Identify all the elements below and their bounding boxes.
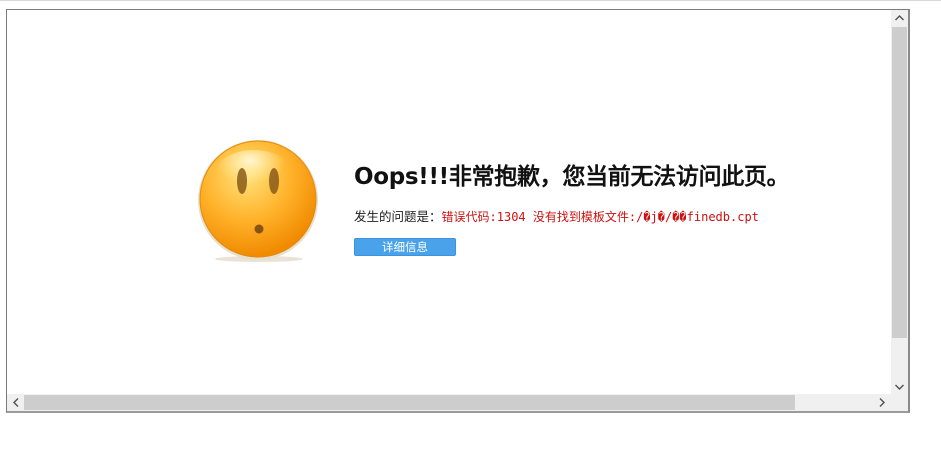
chevron-right-icon[interactable] [873,394,890,411]
vertical-scrollbar[interactable] [891,10,908,396]
details-button[interactable]: 详细信息 [354,238,456,256]
chevron-up-icon[interactable] [891,10,908,27]
vertical-scroll-thumb[interactable] [892,27,907,338]
page-title: Oops!!!非常抱歉，您当前无法访问此页。 [354,164,790,190]
sad-smiley-icon [198,140,318,262]
browser-frame: Oops!!!非常抱歉，您当前无法访问此页。 发生的问题是：错误代码:1304 … [6,9,910,413]
chevron-left-icon[interactable] [7,394,24,411]
horizontal-scrollbar[interactable] [7,394,891,411]
scrollbar-corner [891,394,908,411]
horizontal-scroll-thumb[interactable] [24,395,795,410]
error-detail: 发生的问题是：错误代码:1304 没有找到模板文件:/�j�/��finedb.… [354,206,759,225]
error-detail-message: 错误代码:1304 没有找到模板文件:/�j�/��finedb.cpt [441,210,759,224]
page-content: Oops!!!非常抱歉，您当前无法访问此页。 发生的问题是：错误代码:1304 … [7,10,891,396]
error-detail-label: 发生的问题是： [354,209,442,224]
window-top-border [0,0,941,1]
